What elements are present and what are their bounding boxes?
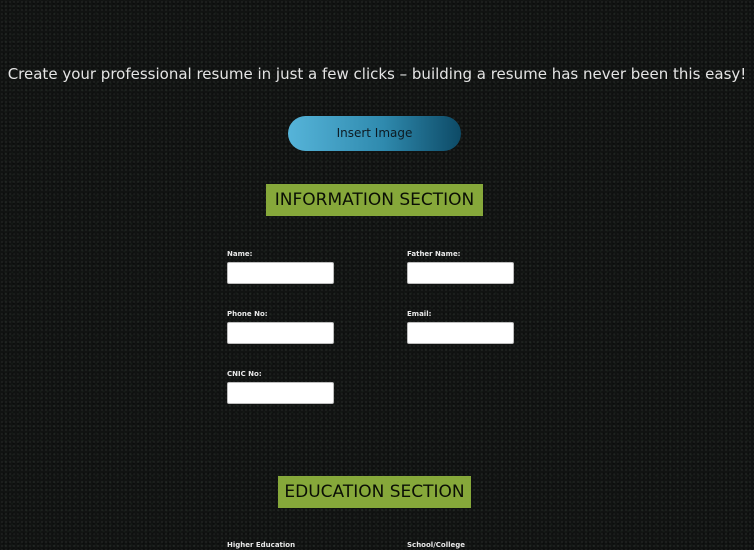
name-label: Name: — [227, 250, 253, 258]
insert-image-button[interactable]: Insert Image — [288, 116, 461, 151]
cnic-label: CNIC No: — [227, 370, 262, 378]
school-college-label: School/College — [407, 541, 465, 549]
cnic-input[interactable] — [227, 382, 334, 404]
father-name-label: Father Name: — [407, 250, 461, 258]
page-tagline: Create your professional resume in just … — [7, 65, 747, 83]
education-section-heading: EDUCATION SECTION — [278, 476, 471, 508]
information-section-heading: INFORMATION SECTION — [266, 184, 483, 216]
phone-label: Phone No: — [227, 310, 268, 318]
email-input[interactable] — [407, 322, 514, 344]
phone-input[interactable] — [227, 322, 334, 344]
higher-education-label: Higher Education — [227, 541, 296, 549]
father-name-input[interactable] — [407, 262, 514, 284]
name-input[interactable] — [227, 262, 334, 284]
email-label: Email: — [407, 310, 432, 318]
